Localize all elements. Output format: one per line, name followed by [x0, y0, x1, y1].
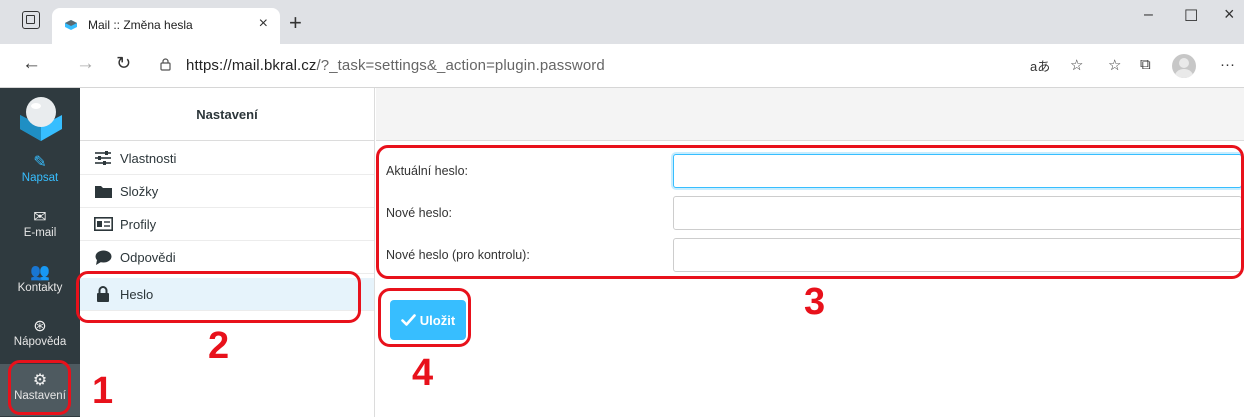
confirm-password-input[interactable] — [673, 238, 1242, 272]
tab-close-icon[interactable]: × — [259, 15, 268, 33]
read-aloud-icon[interactable]: aあ — [1030, 56, 1050, 75]
annotation-number-3: 3 — [804, 281, 826, 323]
url-field[interactable]: https://mail.bkral.cz/?_task=settings&_a… — [186, 57, 605, 74]
settings-item-folders[interactable]: Složky — [80, 175, 374, 208]
add-favorite-icon[interactable]: ☆ — [1070, 56, 1083, 74]
tab-actions-icon[interactable] — [22, 11, 40, 29]
settings-item-label: Profily — [120, 216, 157, 232]
new-password-label: Nové heslo: — [386, 206, 453, 220]
sidebar-item-label: Nápověda — [13, 336, 67, 348]
collections-icon[interactable]: ⧉ — [1140, 56, 1151, 73]
maximize-button[interactable]: ☐ — [1184, 6, 1198, 26]
sidebar-item-label: Napsat — [21, 172, 59, 184]
annotation-number-4: 4 — [412, 352, 434, 394]
password-content: Aktuální heslo: Nové heslo: Nové heslo (… — [376, 88, 1244, 417]
settings-item-label: Heslo — [120, 286, 154, 302]
current-password-label: Aktuální heslo: — [386, 164, 468, 178]
save-button-label: Uložit — [419, 312, 456, 328]
lock-icon[interactable] — [160, 58, 171, 71]
address-bar: ← → ↻ https://mail.bkral.cz/?_task=setti… — [0, 44, 1244, 88]
more-icon[interactable]: ··· — [1220, 56, 1235, 73]
settings-item-identities[interactable]: Profily — [80, 208, 374, 241]
settings-title: Nastavení — [80, 88, 374, 141]
app-sidebar: ✎ Napsat ✉ E-mail 👥 Kontakty ⊛ Nápověda … — [0, 88, 80, 417]
new-password-row: Nové heslo: — [376, 196, 1244, 230]
sidebar-item-mail[interactable]: ✉ E-mail — [0, 201, 80, 253]
help-icon: ⊛ — [33, 318, 47, 335]
settings-item-label: Vlastnosti — [120, 150, 177, 166]
settings-item-password[interactable]: Heslo — [80, 278, 374, 311]
browser-titlebar: Mail :: Změna hesla × + – ☐ × — [0, 0, 1244, 44]
sliders-icon — [92, 150, 114, 166]
annotation-number-2: 2 — [208, 325, 230, 367]
compose-icon: ✎ — [33, 154, 47, 171]
current-password-row: Aktuální heslo: — [376, 154, 1244, 188]
new-password-input[interactable] — [673, 196, 1242, 230]
settings-panel: Nastavení Vlastnosti Složky Profily Odpo… — [80, 88, 375, 417]
profile-icon[interactable] — [1172, 54, 1196, 78]
tab-title: Mail :: Změna hesla — [88, 18, 193, 32]
sidebar-item-label: Kontakty — [17, 282, 63, 294]
close-window-button[interactable]: × — [1224, 4, 1235, 25]
confirm-password-row: Nové heslo (pro kontrolu): — [376, 238, 1244, 272]
folder-icon — [92, 183, 114, 199]
settings-item-preferences[interactable]: Vlastnosti — [80, 142, 374, 175]
content-header — [376, 88, 1244, 141]
favorites-icon[interactable]: ☆ — [1108, 56, 1121, 74]
browser-tab[interactable]: Mail :: Změna hesla × — [52, 8, 280, 44]
id-card-icon — [92, 216, 114, 232]
settings-item-label: Složky — [120, 183, 159, 199]
sidebar-item-settings[interactable]: ⚙ Nastavení — [0, 364, 80, 416]
roundcube-favicon-icon — [65, 20, 77, 30]
settings-item-label: Odpovědi — [120, 249, 176, 265]
settings-item-responses[interactable]: Odpovědi — [80, 241, 374, 274]
url-path: /?_task=settings&_action=plugin.password — [316, 57, 605, 74]
check-icon — [400, 314, 416, 326]
back-icon[interactable]: ← — [22, 53, 41, 75]
sidebar-item-compose[interactable]: ✎ Napsat — [0, 146, 80, 198]
save-button[interactable]: Uložit — [390, 300, 466, 340]
forward-icon[interactable]: → — [76, 53, 95, 75]
mail-icon: ✉ — [33, 209, 47, 226]
refresh-icon[interactable]: ↻ — [116, 53, 131, 74]
minimize-button[interactable]: – — [1144, 6, 1153, 24]
confirm-password-label: Nové heslo (pro kontrolu): — [386, 248, 530, 262]
sidebar-item-label: Nastavení — [14, 390, 66, 402]
lock-icon — [92, 286, 114, 302]
sidebar-item-label: E-mail — [23, 227, 57, 239]
sidebar-item-contacts[interactable]: 👥 Kontakty — [0, 256, 80, 308]
contacts-icon: 👥 — [30, 264, 50, 281]
roundcube-logo — [20, 97, 62, 141]
current-password-input[interactable] — [673, 154, 1242, 188]
url-host: https://mail.bkral.cz — [186, 57, 317, 74]
annotation-number-1: 1 — [92, 370, 114, 412]
new-tab-button[interactable]: + — [289, 10, 302, 36]
sidebar-item-help[interactable]: ⊛ Nápověda — [0, 310, 80, 362]
settings-icon: ⚙ — [32, 372, 48, 389]
comment-icon — [92, 249, 114, 265]
